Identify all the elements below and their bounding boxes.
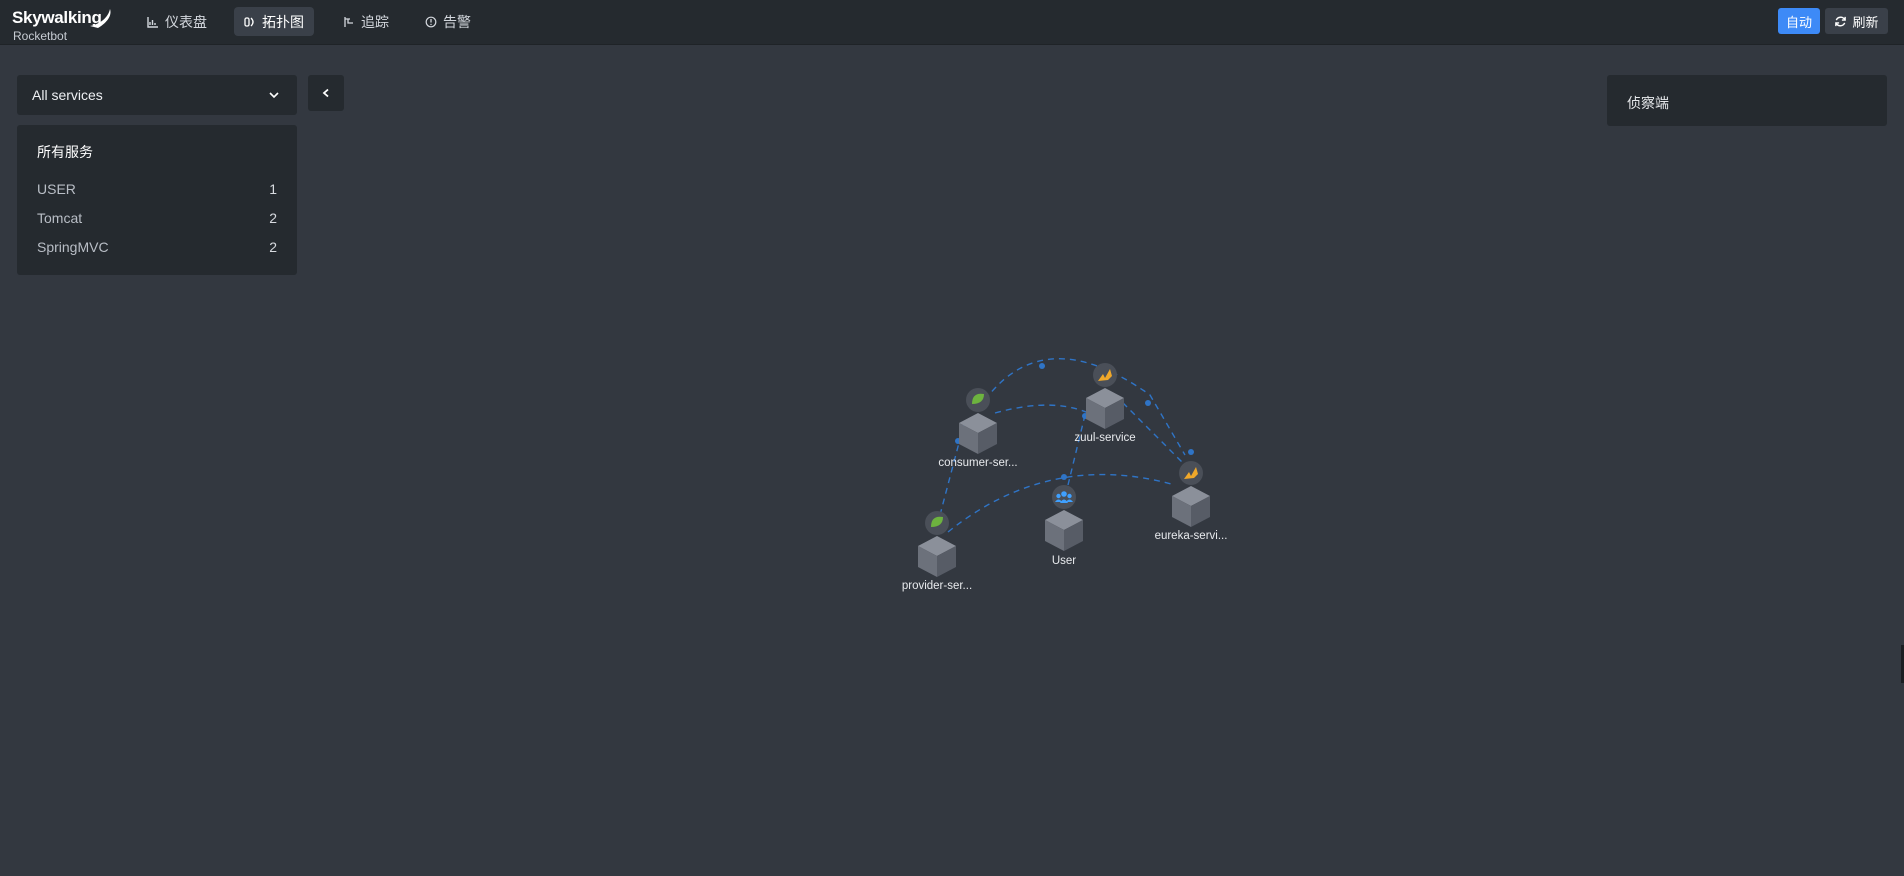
service-row-name: SpringMVC	[37, 239, 109, 255]
collapse-panel-button[interactable]	[308, 75, 344, 111]
tomcat-icon	[1098, 369, 1112, 381]
logo-swoosh-icon	[90, 9, 111, 28]
user-group-icon	[1055, 491, 1073, 503]
auto-refresh-button[interactable]: 自动	[1778, 8, 1820, 34]
link-consumer-zuul	[994, 404, 1099, 419]
link-zuul-eureka	[1114, 394, 1186, 466]
link-user-zuul	[1067, 414, 1086, 486]
service-row-name: Tomcat	[37, 210, 83, 226]
node-label-eureka: eureka-servi...	[1154, 530, 1228, 542]
chevron-left-icon	[322, 88, 329, 98]
skywalking-logo[interactable]: Skywalking Rocketbot	[12, 8, 112, 43]
refresh-button-label: 刷新	[1852, 14, 1879, 30]
logo-subtitle: Rocketbot	[13, 29, 68, 43]
node-label-provider: provider-ser...	[901, 580, 973, 592]
node-label-consumer: consumer-ser...	[938, 457, 1018, 469]
nav-alarm[interactable]: 告警	[415, 7, 481, 36]
nav-topology-label: 拓扑图	[262, 13, 304, 30]
refresh-icon	[1835, 16, 1847, 26]
detector-panel-title: 侦察端	[1627, 95, 1669, 111]
service-row-tomcat[interactable]: Tomcat 2	[37, 210, 277, 230]
service-row-springmvc[interactable]: SpringMVC 2	[37, 239, 277, 259]
nav-trace-label: 追踪	[361, 13, 389, 30]
service-row-count: 2	[269, 239, 277, 255]
top-navigation-bar: Skywalking Rocketbot 仪表盘 拓扑图 追踪 告警 自动 刷新	[0, 0, 1904, 45]
spring-leaf-icon	[931, 516, 943, 527]
spring-leaf-icon	[972, 393, 984, 404]
nav-dashboard-label: 仪表盘	[165, 13, 207, 30]
topology-links	[939, 358, 1191, 533]
service-filter-select[interactable]: All services	[17, 75, 297, 115]
service-row-name: USER	[37, 181, 76, 197]
chevron-down-icon	[269, 92, 279, 99]
node-label-user: User	[1051, 555, 1077, 567]
nav-trace[interactable]: 追踪	[333, 7, 399, 36]
nav-alarm-label: 告警	[443, 13, 471, 30]
topology-icon	[244, 16, 254, 27]
service-row-count: 2	[269, 210, 277, 226]
node-eureka[interactable]	[1172, 461, 1210, 527]
services-panel: 所有服务 USER 1 Tomcat 2 SpringMVC 2	[17, 125, 297, 275]
service-row-count: 1	[269, 181, 277, 197]
node-consumer[interactable]	[959, 388, 997, 454]
service-row-user[interactable]: USER 1	[37, 181, 277, 201]
nav-dashboard[interactable]: 仪表盘	[137, 7, 217, 36]
link-provider-eureka	[947, 473, 1176, 533]
services-panel-title: 所有服务	[37, 144, 93, 160]
refresh-button[interactable]: 刷新	[1825, 8, 1888, 34]
trace-icon	[344, 16, 353, 27]
nav-topology[interactable]: 拓扑图	[234, 7, 314, 36]
chart-icon	[147, 16, 158, 28]
node-zuul[interactable]	[1086, 363, 1124, 429]
node-label-zuul: zuul-service	[1074, 432, 1136, 444]
node-user[interactable]	[1045, 485, 1083, 551]
node-provider[interactable]	[918, 511, 956, 577]
tomcat-icon	[1184, 467, 1198, 479]
service-filter-value: All services	[32, 87, 103, 103]
alarm-icon	[425, 16, 437, 27]
detector-panel: 侦察端	[1607, 75, 1887, 126]
